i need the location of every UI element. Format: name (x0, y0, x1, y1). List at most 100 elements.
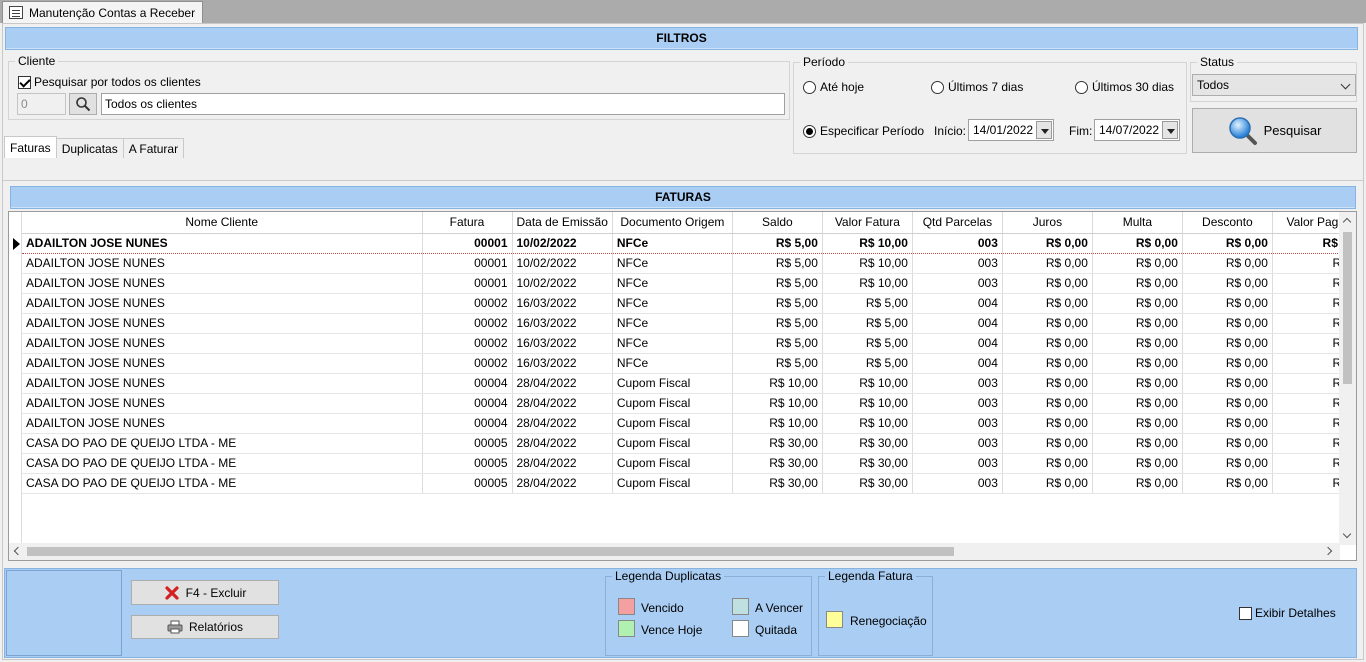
table-cell: ADAILTON JOSE NUNES (22, 413, 423, 434)
all-clients-check-box[interactable] (18, 75, 31, 89)
table-cell: 16/03/2022 (512, 333, 613, 354)
legend-paid-label: Quitada (755, 623, 798, 637)
tab-strip: Faturas Duplicatas A Faturar (4, 136, 185, 158)
table-cell: R$ 10,00 (822, 233, 913, 254)
table-cell: CASA DO PAO DE QUEIJO LTDA - ME (22, 433, 423, 454)
current-row-arrow-icon (13, 238, 20, 250)
tab-faturas[interactable]: Faturas (4, 136, 57, 158)
table-row[interactable]: CASA DO PAO DE QUEIJO LTDA - ME 00005 28/0… (22, 453, 1353, 474)
column-header[interactable]: Data de Emissão (512, 212, 613, 234)
column-header[interactable]: Desconto (1182, 212, 1273, 234)
table-cell: R$ 0,00 (1182, 413, 1273, 434)
period-30-radio[interactable]: Últimos 30 dias (1075, 80, 1174, 94)
table-cell: 003 (912, 473, 1003, 494)
column-header[interactable]: Documento Origem (612, 212, 733, 234)
table-row[interactable]: ADAILTON JOSE NUNES 00004 28/04/2022 Cupom … (22, 373, 1353, 394)
table-cell: R$ 0,00 (1182, 453, 1273, 474)
reports-button[interactable]: Relatórios (131, 615, 279, 639)
document-tab-title: Manutenção Contas a Receber (29, 5, 196, 20)
delete-button[interactable]: F4 - Excluir (131, 580, 279, 605)
table-row[interactable]: ADAILTON JOSE NUNES 00001 10/02/2022 NFCe R$… (22, 233, 1353, 254)
client-search-button[interactable] (69, 93, 97, 115)
table-row[interactable]: ADAILTON JOSE NUNES 00004 28/04/2022 Cupom … (22, 413, 1353, 434)
radio-custom[interactable] (803, 124, 816, 138)
client-name-input[interactable]: Todos os clientes (101, 93, 785, 115)
column-header[interactable]: Nome Cliente (22, 212, 423, 234)
invoices-header: FATURAS (10, 186, 1356, 209)
status-select[interactable]: Todos (1192, 74, 1356, 96)
scroll-left-icon[interactable] (13, 546, 23, 556)
table-cell: R$ 10,00 (822, 393, 913, 414)
table-row[interactable]: ADAILTON JOSE NUNES 00004 28/04/2022 Cupom … (22, 393, 1353, 414)
table-row[interactable]: ADAILTON JOSE NUNES 00002 16/03/2022 NFCe R$… (22, 313, 1353, 334)
tab-duplicatas[interactable]: Duplicatas (55, 138, 124, 158)
table-cell: R$ 0,00 (1182, 313, 1273, 334)
radio-30[interactable] (1075, 80, 1088, 94)
column-header[interactable]: Saldo (732, 212, 823, 234)
client-code-input[interactable]: 0 (17, 93, 66, 115)
table-cell: CASA DO PAO DE QUEIJO LTDA - ME (22, 473, 423, 494)
table-row[interactable]: ADAILTON JOSE NUNES 00001 10/02/2022 NFCe R$… (22, 273, 1353, 294)
scroll-down-icon[interactable] (1342, 529, 1352, 539)
status-legend: Status (1197, 55, 1238, 69)
end-date-dropdown-icon[interactable] (1162, 121, 1178, 139)
table-cell: 28/04/2022 (512, 453, 613, 474)
magnifier-icon (76, 97, 91, 112)
start-date-dropdown-icon[interactable] (1036, 121, 1052, 139)
table-cell: R$ 10,00 (732, 393, 823, 414)
table-cell: R$ 0,00 (1092, 413, 1183, 434)
table-row[interactable]: ADAILTON JOSE NUNES 00002 16/03/2022 NFCe R$… (22, 353, 1353, 374)
legend-due-today-swatch (618, 620, 635, 637)
table-cell: 00005 (422, 433, 513, 454)
horizontal-scroll-thumb[interactable] (27, 547, 954, 556)
column-header[interactable]: Fatura (422, 212, 513, 234)
search-button[interactable]: Pesquisar (1192, 108, 1357, 153)
scroll-right-icon[interactable] (1323, 546, 1333, 556)
column-header[interactable]: Multa (1092, 212, 1183, 234)
radio-today[interactable] (803, 80, 816, 94)
filters-header: FILTROS (5, 27, 1358, 50)
table-row[interactable]: ADAILTON JOSE NUNES 00001 10/02/2022 NFCe R$… (22, 253, 1353, 274)
period-custom-radio[interactable]: Especificar Período (803, 124, 924, 138)
column-header[interactable]: Juros (1002, 212, 1093, 234)
table-row[interactable]: ADAILTON JOSE NUNES 00002 16/03/2022 NFCe R$… (22, 293, 1353, 314)
show-details-checkbox[interactable]: Exibir Detalhes (1239, 606, 1336, 620)
table-cell: 00002 (422, 333, 513, 354)
start-date-picker[interactable]: 14/01/2022 (968, 119, 1054, 141)
table-cell: Cupom Fiscal (612, 393, 733, 414)
table-cell: 00001 (422, 233, 513, 254)
table-cell: R$ 0,00 (1182, 253, 1273, 274)
table-cell: ADAILTON JOSE NUNES (22, 253, 423, 274)
grid-horizontal-scrollbar[interactable] (9, 543, 1340, 560)
all-clients-checkbox[interactable]: Pesquisar por todos os clientes (18, 75, 201, 89)
grid-vertical-scrollbar[interactable] (1339, 212, 1356, 545)
table-cell: R$ 0,00 (1092, 353, 1183, 374)
radio-7[interactable] (931, 80, 944, 94)
table-cell: R$ 5,00 (822, 293, 913, 314)
column-header[interactable]: Valor Fatura (822, 212, 913, 234)
table-cell: R$ 0,00 (1182, 233, 1273, 254)
table-cell: R$ 0,00 (1182, 433, 1273, 454)
invoices-grid[interactable]: Nome Cliente Fatura Data de Emissão Documen… (8, 211, 1357, 561)
document-tab[interactable]: Manutenção Contas a Receber (2, 1, 204, 23)
period-7-radio[interactable]: Últimos 7 dias (931, 80, 1023, 94)
period-today-radio[interactable]: Até hoje (803, 80, 864, 94)
end-date-picker[interactable]: 14/07/2022 (1094, 119, 1180, 141)
show-details-check-box[interactable] (1239, 606, 1252, 620)
tab-a-faturar[interactable]: A Faturar (122, 138, 185, 158)
table-cell: R$ 30,00 (732, 473, 823, 494)
table-cell: R$ 0,00 (1182, 273, 1273, 294)
period-today-label: Até hoje (820, 80, 865, 94)
table-row[interactable]: CASA DO PAO DE QUEIJO LTDA - ME 00005 28/0… (22, 473, 1353, 494)
legend-renegotiation-swatch (826, 611, 843, 628)
table-row[interactable]: ADAILTON JOSE NUNES 00002 16/03/2022 NFCe R$… (22, 333, 1353, 354)
end-date-label: Fim: (1069, 124, 1093, 138)
column-header[interactable]: Qtd Parcelas (912, 212, 1003, 234)
table-row[interactable]: CASA DO PAO DE QUEIJO LTDA - ME 00005 28/0… (22, 433, 1353, 454)
vertical-scroll-thumb[interactable] (1343, 232, 1352, 384)
scroll-up-icon[interactable] (1342, 217, 1352, 227)
table-cell: R$ 0,00 (1092, 333, 1183, 354)
table-cell: R$ 30,00 (732, 453, 823, 474)
table-cell: R$ 0,00 (1002, 433, 1093, 454)
table-cell: 10/02/2022 (512, 273, 613, 294)
